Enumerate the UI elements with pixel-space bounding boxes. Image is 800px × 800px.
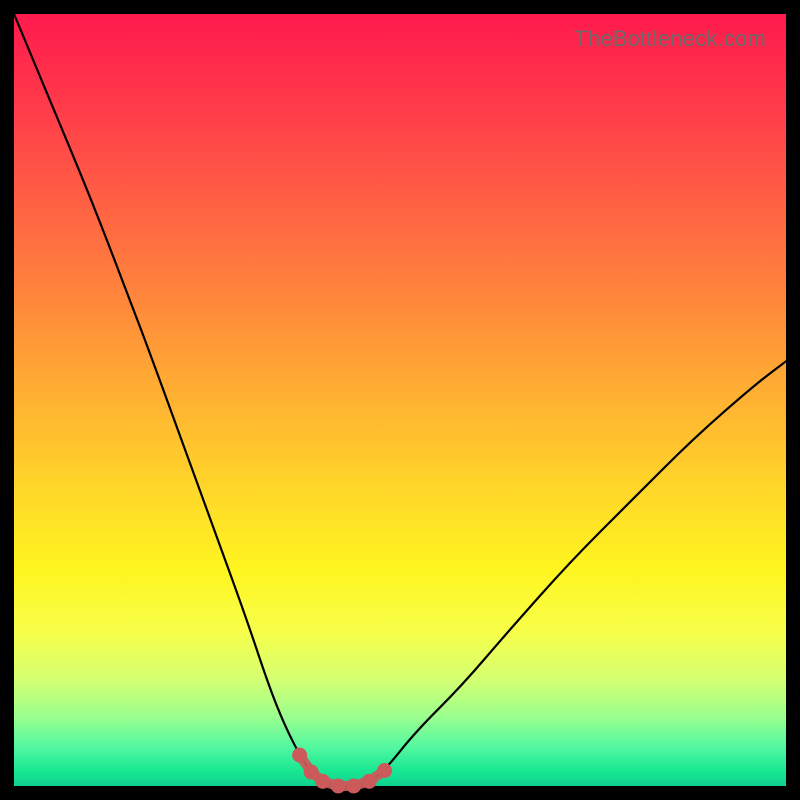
- bottleneck-curve: [14, 14, 786, 786]
- flat-bottom-markers: [292, 748, 392, 794]
- flat-bottom-marker: [315, 774, 330, 789]
- chart-frame: TheBottleneck.com: [0, 0, 800, 800]
- flat-bottom-marker: [331, 779, 346, 794]
- flat-bottom-marker: [346, 779, 361, 794]
- curve-layer: [14, 14, 786, 786]
- flat-bottom-marker: [292, 748, 307, 763]
- plot-area: TheBottleneck.com: [14, 14, 786, 786]
- flat-bottom-marker: [377, 763, 392, 778]
- flat-bottom-marker: [362, 774, 377, 789]
